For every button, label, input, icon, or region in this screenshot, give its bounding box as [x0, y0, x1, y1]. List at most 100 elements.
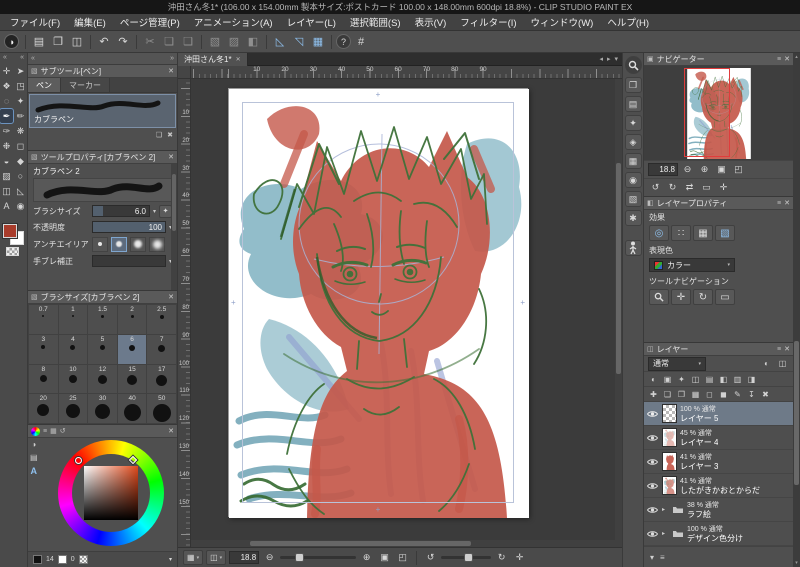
- tool-gradient[interactable]: ▨: [0, 169, 13, 183]
- expand-dock-icon[interactable]: »: [170, 55, 174, 62]
- save-file-button[interactable]: ◫: [68, 33, 86, 50]
- material-palette-2-button[interactable]: ▤: [624, 96, 642, 112]
- tool-fill[interactable]: ◆: [14, 154, 27, 168]
- brush-size-7[interactable]: 7: [147, 334, 176, 364]
- panel-menu-icon[interactable]: ≡: [777, 56, 781, 63]
- snap-to-special-ruler-button[interactable]: ◹: [290, 33, 308, 50]
- nav-fit-tool-button[interactable]: ▭: [715, 289, 735, 305]
- panel-scrollbar[interactable]: [171, 164, 177, 290]
- close-icon[interactable]: ✕: [784, 345, 790, 353]
- pose-material-button[interactable]: [624, 240, 642, 256]
- tab-pen[interactable]: ペン: [28, 78, 61, 92]
- layer-color-effect-button[interactable]: ▦: [693, 225, 713, 241]
- expression-color-dropdown[interactable]: カラー ▾: [649, 258, 735, 272]
- new-layer-icon[interactable]: ✚: [647, 388, 660, 400]
- layer-row-layer3[interactable]: 41 % 通常 レイヤー 3: [644, 450, 793, 474]
- material-palette-6-button[interactable]: ◉: [624, 172, 642, 188]
- brush-size-30[interactable]: 30: [88, 394, 117, 423]
- nav-reset-display-button[interactable]: ▭: [699, 180, 714, 195]
- deselect-button[interactable]: ▧: [206, 33, 224, 50]
- tool-move-layer[interactable]: ❖: [0, 79, 13, 93]
- brush-size-0.7[interactable]: 0.7: [29, 305, 58, 334]
- square-mode-icon[interactable]: ▤: [30, 453, 38, 462]
- selection-border-button[interactable]: ◧: [244, 33, 262, 50]
- delete-layer-icon[interactable]: ✖: [759, 388, 772, 400]
- brush-size-2.5[interactable]: 2.5: [147, 305, 176, 334]
- collapse-dock-icon[interactable]: «: [31, 55, 35, 62]
- tool-auto-select[interactable]: ✦: [14, 94, 27, 108]
- brush-size-12[interactable]: 12: [88, 364, 117, 394]
- layer-mask-icon[interactable]: ◨: [745, 373, 758, 385]
- zoom-palette-button[interactable]: [624, 56, 642, 74]
- white-chip[interactable]: [57, 555, 67, 564]
- tool-lasso[interactable]: ◌: [0, 94, 13, 108]
- palette-color-button[interactable]: ◐: [760, 358, 773, 370]
- lock-layer-icon[interactable]: ▣: [661, 373, 674, 385]
- nav-move-tool-button[interactable]: ✛: [671, 289, 691, 305]
- canvas-viewport[interactable]: + + + +: [191, 79, 615, 547]
- tool-pen[interactable]: ✒: [0, 108, 14, 124]
- transparent-color-chip[interactable]: [5, 247, 19, 256]
- menu-item[interactable]: フィルター(I): [453, 14, 523, 30]
- expand-arrow-icon[interactable]: ▸: [662, 506, 669, 513]
- material-palette-5-button[interactable]: ▦: [624, 153, 642, 169]
- right-dock-scrollbar[interactable]: ▴ ▾: [793, 53, 800, 567]
- eye-icon[interactable]: [646, 434, 659, 442]
- close-icon[interactable]: ✕: [168, 427, 174, 435]
- clip-at-layer-below-icon[interactable]: ◐: [647, 373, 660, 385]
- color-wheel-tab-icon[interactable]: [31, 426, 40, 436]
- tool-eyedropper[interactable]: ◉: [14, 199, 27, 213]
- tab-marker[interactable]: マーカー: [61, 78, 110, 92]
- menu-item[interactable]: 編集(E): [67, 14, 113, 30]
- cut-button[interactable]: ✂: [141, 33, 159, 50]
- nav-zoom-tool-button[interactable]: [649, 289, 669, 305]
- eye-icon[interactable]: [646, 458, 659, 466]
- duplicate-subtool-icon[interactable]: ❏: [156, 131, 162, 139]
- tab-list-icon[interactable]: ▾: [614, 55, 618, 63]
- copy-button[interactable]: ❏: [160, 33, 178, 50]
- scroll-down-icon[interactable]: ▾: [795, 560, 798, 566]
- layer-row-design-folder[interactable]: ▸ 100 % 通常 デザイン色分け: [644, 522, 793, 546]
- hue-ring[interactable]: [58, 440, 164, 546]
- black-chip[interactable]: [33, 555, 42, 564]
- lock-transparent-pixel-icon[interactable]: ✦: [675, 373, 688, 385]
- new-vector-layer-icon[interactable]: ❏: [661, 388, 674, 400]
- document-tab[interactable]: 沖田さん冬1* ✕: [178, 52, 248, 66]
- chevron-down-icon[interactable]: ▾: [169, 556, 172, 563]
- blend-mode-dropdown[interactable]: 通常 ▾: [648, 356, 706, 371]
- brush-size-6[interactable]: 6: [117, 334, 147, 364]
- chevron-down-icon[interactable]: ▾: [153, 208, 156, 215]
- brush-size-50[interactable]: 50: [147, 394, 176, 423]
- anti-aliasing-middle[interactable]: [130, 236, 146, 252]
- zoom-out-button[interactable]: ⊖: [262, 550, 277, 565]
- panel-menu-icon[interactable]: ≡: [777, 346, 781, 353]
- transfer-layer-icon[interactable]: ▦: [689, 388, 702, 400]
- anti-aliasing-strong[interactable]: [149, 236, 165, 252]
- layer-thumbnail[interactable]: [662, 452, 677, 471]
- color-set-tab-icon[interactable]: ▦: [50, 427, 57, 435]
- expand-arrow-icon[interactable]: ▸: [662, 530, 669, 537]
- collapse-left-icon[interactable]: «: [3, 54, 7, 64]
- tool-figure[interactable]: ○: [14, 169, 27, 183]
- menu-item[interactable]: 表示(V): [408, 14, 454, 30]
- paste-button[interactable]: ❑: [179, 33, 197, 50]
- reset-rotation-button[interactable]: ✛: [512, 550, 527, 565]
- color-history-tab-icon[interactable]: ↺: [60, 427, 66, 435]
- new-file-button[interactable]: ▤: [30, 33, 48, 50]
- brush-size-slider[interactable]: 6.0: [92, 205, 150, 217]
- menu-item[interactable]: ヘルプ(H): [600, 14, 656, 30]
- close-icon[interactable]: ✕: [784, 199, 790, 207]
- fit-to-screen-button[interactable]: ▣: [377, 550, 392, 565]
- tool-pencil[interactable]: ✏: [14, 109, 27, 123]
- material-palette-8-button[interactable]: ✱: [624, 210, 642, 226]
- layer-row-rough-folder[interactable]: ▸ 38 % 通常 ラフ絵: [644, 498, 793, 522]
- layer-thumbnail[interactable]: [662, 428, 677, 447]
- nav-rotate-tool-button[interactable]: ↻: [693, 289, 713, 305]
- eye-icon[interactable]: [646, 506, 659, 514]
- rotation-slider[interactable]: [441, 552, 492, 562]
- tool-ruler[interactable]: ◺: [14, 184, 27, 198]
- panel-menu-icon[interactable]: ≡: [777, 200, 781, 207]
- extract-line-effect-button[interactable]: ▧: [715, 225, 735, 241]
- brush-size-2[interactable]: 2: [117, 305, 147, 334]
- invert-selection-button[interactable]: ▨: [225, 33, 243, 50]
